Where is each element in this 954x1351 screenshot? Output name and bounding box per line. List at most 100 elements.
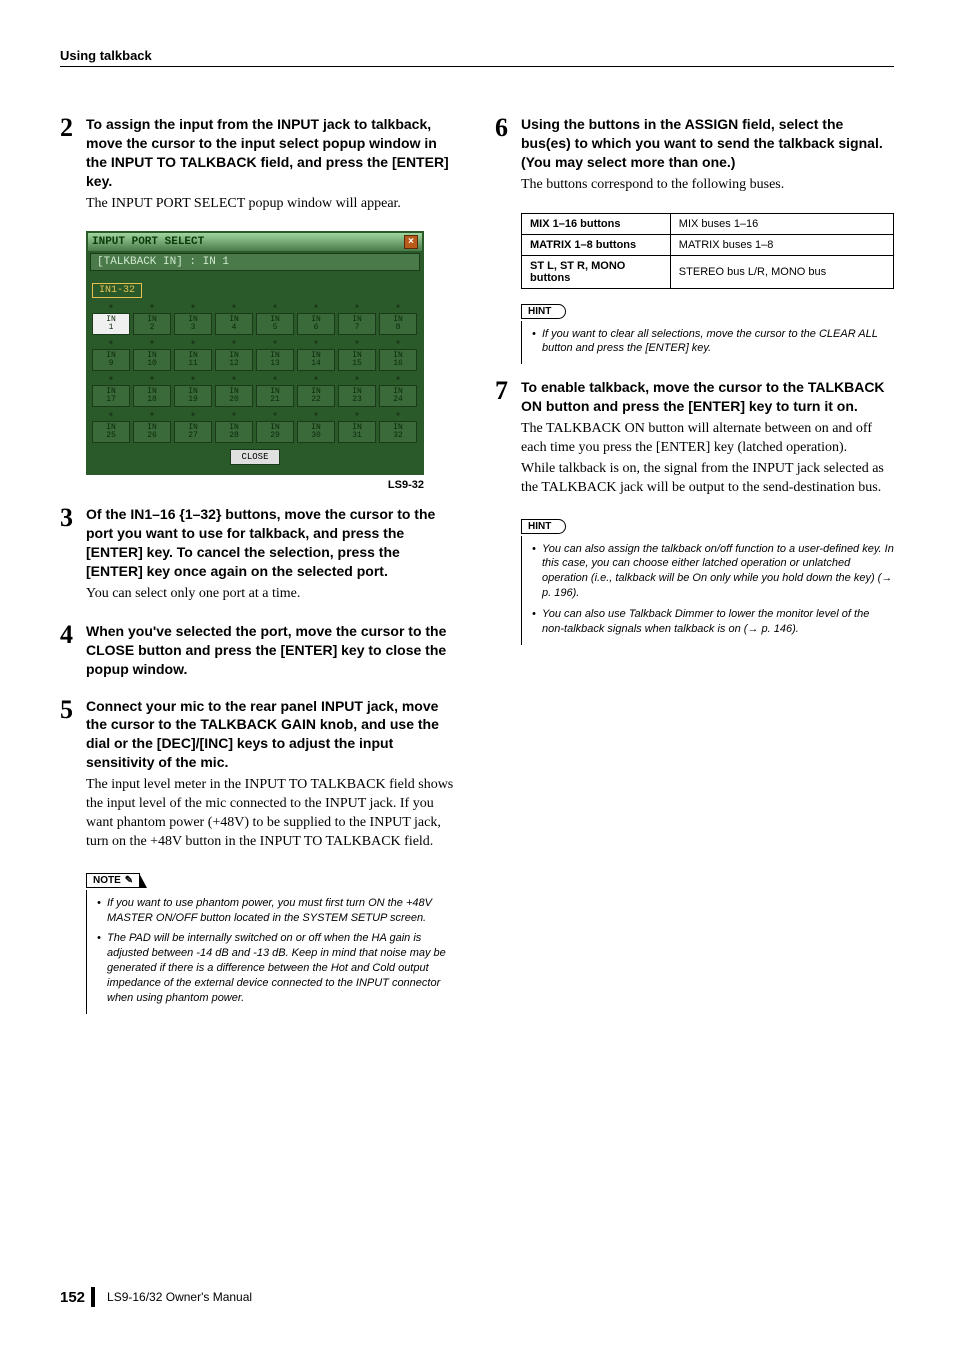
input-port-button[interactable]: IN6 — [297, 313, 335, 335]
input-port-button[interactable]: IN29 — [256, 421, 294, 443]
port-indicator-icon: ◆ — [133, 338, 171, 347]
hint-callout: HINT If you want to clear all selections… — [521, 301, 894, 365]
port-indicator-icon: ◆ — [379, 302, 417, 311]
step-2: 2 To assign the input from the INPUT jac… — [60, 115, 459, 213]
port-indicator-icon: ◆ — [133, 302, 171, 311]
port-indicator-icon: ◆ — [379, 410, 417, 419]
step-number: 6 — [495, 115, 515, 141]
table-row: MIX 1–16 buttons MIX buses 1–16 — [522, 213, 894, 234]
port-indicator-icon: ◆ — [215, 302, 253, 311]
port-indicator-icon: ◆ — [174, 302, 212, 311]
port-indicator-icon: ◆ — [379, 374, 417, 383]
port-indicator-icon: ◆ — [256, 410, 294, 419]
step-body: The buttons correspond to the following … — [521, 176, 894, 195]
port-indicator-icon: ◆ — [133, 374, 171, 383]
input-port-button[interactable]: IN7 — [338, 313, 376, 335]
input-port-button[interactable]: IN31 — [338, 421, 376, 443]
input-port-button[interactable]: IN19 — [174, 385, 212, 407]
input-port-button[interactable]: IN5 — [256, 313, 294, 335]
input-port-button[interactable]: IN1 — [92, 313, 130, 335]
right-column: 6 Using the buttons in the ASSIGN field,… — [495, 115, 894, 1028]
step-7: 7 To enable talkback, move the cursor to… — [495, 378, 894, 497]
step-number: 3 — [60, 505, 80, 531]
port-indicator-icon: ◆ — [256, 302, 294, 311]
input-port-button[interactable]: IN9 — [92, 349, 130, 371]
input-port-button[interactable]: IN14 — [297, 349, 335, 371]
input-port-button[interactable]: IN21 — [256, 385, 294, 407]
step-4: 4 When you've selected the port, move th… — [60, 622, 459, 679]
input-port-button[interactable]: IN24 — [379, 385, 417, 407]
input-port-button[interactable]: IN20 — [215, 385, 253, 407]
two-column-layout: 2 To assign the input from the INPUT jac… — [60, 115, 894, 1028]
table-cell: STEREO bus L/R, MONO bus — [670, 255, 893, 288]
input-port-button[interactable]: IN22 — [297, 385, 335, 407]
pencil-icon: ✎ — [125, 875, 133, 886]
step-body: The TALKBACK ON button will alternate be… — [521, 420, 894, 458]
port-indicator-icon: ◆ — [297, 410, 335, 419]
header-section: Using talkback — [60, 48, 894, 67]
close-icon[interactable]: × — [404, 235, 418, 249]
step-title: Connect your mic to the rear panel INPUT… — [86, 697, 459, 773]
port-indicator-icon: ◆ — [92, 338, 130, 347]
page-footer: 152 LS9-16/32 Owner's Manual — [60, 1287, 252, 1307]
input-port-select-popup: INPUT PORT SELECT × [TALKBACK IN] : IN 1… — [86, 231, 424, 475]
hint-callout: HINT You can also assign the talkback on… — [521, 516, 894, 645]
port-indicator-icon: ◆ — [297, 374, 335, 383]
input-port-button[interactable]: IN15 — [338, 349, 376, 371]
input-port-button[interactable]: IN27 — [174, 421, 212, 443]
port-indicator-icon: ◆ — [92, 302, 130, 311]
input-port-button[interactable]: IN13 — [256, 349, 294, 371]
input-port-button[interactable]: IN8 — [379, 313, 417, 335]
input-port-button[interactable]: IN2 — [133, 313, 171, 335]
step-title: When you've selected the port, move the … — [86, 622, 459, 679]
step-3: 3 Of the IN1–16 {1–32} buttons, move the… — [60, 505, 459, 603]
step-5: 5 Connect your mic to the rear panel INP… — [60, 697, 459, 852]
input-port-button[interactable]: IN3 — [174, 313, 212, 335]
table-cell: MIX 1–16 buttons — [522, 213, 671, 234]
popup-tab[interactable]: IN1-32 — [92, 283, 142, 298]
input-port-button[interactable]: IN23 — [338, 385, 376, 407]
port-indicator-icon: ◆ — [338, 374, 376, 383]
step-title: To assign the input from the INPUT jack … — [86, 115, 459, 191]
port-indicator-icon: ◆ — [338, 410, 376, 419]
input-port-button[interactable]: IN16 — [379, 349, 417, 371]
port-indicator-icon: ◆ — [256, 374, 294, 383]
port-indicator-icon: ◆ — [379, 338, 417, 347]
input-port-button[interactable]: IN10 — [133, 349, 171, 371]
input-port-button[interactable]: IN28 — [215, 421, 253, 443]
note-callout: NOTE✎ If you want to use phantom power, … — [86, 870, 459, 1014]
port-indicator-icon: ◆ — [297, 338, 335, 347]
hint-tag: HINT — [521, 519, 558, 534]
input-port-button[interactable]: IN4 — [215, 313, 253, 335]
left-column: 2 To assign the input from the INPUT jac… — [60, 115, 459, 1028]
input-port-button[interactable]: IN17 — [92, 385, 130, 407]
port-indicator-icon: ◆ — [92, 374, 130, 383]
port-indicator-icon: ◆ — [215, 374, 253, 383]
hint-bullet: If you want to clear all selections, mov… — [532, 327, 894, 357]
input-port-button[interactable]: IN26 — [133, 421, 171, 443]
input-port-button[interactable]: IN30 — [297, 421, 335, 443]
step-body: The INPUT PORT SELECT popup window will … — [86, 195, 459, 214]
step-number: 7 — [495, 378, 515, 404]
table-cell: ST L, ST R, MONO buttons — [522, 255, 671, 288]
input-port-button[interactable]: IN25 — [92, 421, 130, 443]
footer-text: LS9-16/32 Owner's Manual — [107, 1290, 252, 1304]
port-indicator-icon: ◆ — [215, 338, 253, 347]
input-port-button[interactable]: IN32 — [379, 421, 417, 443]
input-port-button[interactable]: IN12 — [215, 349, 253, 371]
hint-tag: HINT — [521, 304, 558, 319]
note-bullet: If you want to use phantom power, you mu… — [97, 896, 459, 926]
port-indicator-icon: ◆ — [256, 338, 294, 347]
hint-bullet: You can also assign the talkback on/off … — [532, 542, 894, 601]
port-indicator-icon: ◆ — [297, 302, 335, 311]
popup-title: INPUT PORT SELECT — [92, 236, 204, 248]
table-row: ST L, ST R, MONO buttons STEREO bus L/R,… — [522, 255, 894, 288]
input-port-button[interactable]: IN18 — [133, 385, 171, 407]
input-port-button[interactable]: IN11 — [174, 349, 212, 371]
step-number: 4 — [60, 622, 80, 648]
port-indicator-icon: ◆ — [92, 410, 130, 419]
close-button[interactable]: CLOSE — [230, 449, 279, 465]
table-cell: MATRIX buses 1–8 — [670, 234, 893, 255]
port-indicator-icon: ◆ — [338, 302, 376, 311]
popup-caption: LS9-32 — [86, 479, 424, 491]
